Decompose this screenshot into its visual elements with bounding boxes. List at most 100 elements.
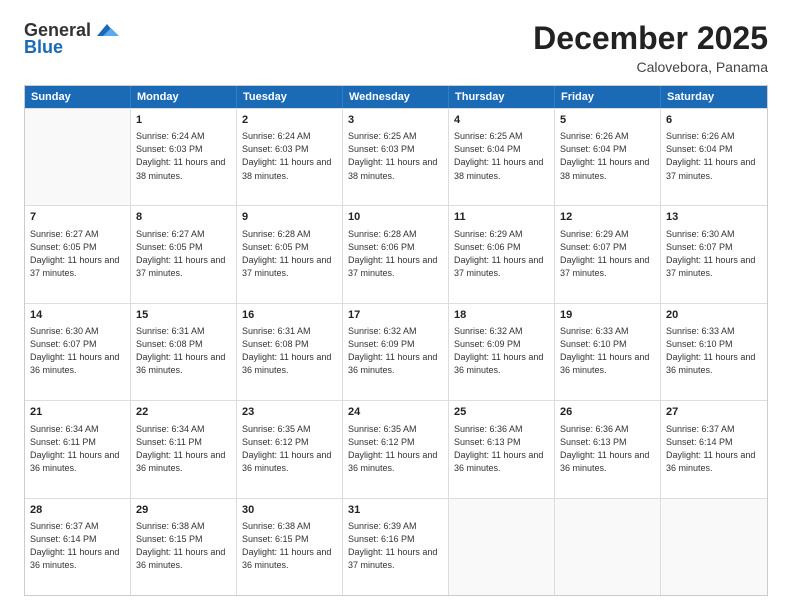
calendar-cell: 2 Sunrise: 6:24 AMSunset: 6:03 PMDaylight… (237, 109, 343, 205)
cell-info: Sunrise: 6:33 AMSunset: 6:10 PMDaylight:… (560, 325, 655, 377)
calendar-cell: 9Sunrise: 6:28 AMSunset: 6:05 PMDaylight… (237, 206, 343, 302)
calendar-row: 1 Sunrise: 6:24 AMSunset: 6:03 PMDaylight… (25, 108, 767, 205)
day-number: 10 (348, 210, 443, 225)
day-number: 31 (348, 503, 443, 518)
day-number: 13 (666, 210, 762, 225)
day-number: 6 (666, 113, 762, 128)
day-number: 3 (348, 113, 443, 128)
cell-info: Sunrise: 6:27 AMSunset: 6:05 PMDaylight:… (136, 228, 231, 280)
calendar-cell: 31 Sunrise: 6:39 AMSunset: 6:16 PMDayligh… (343, 499, 449, 595)
calendar-cell: 17Sunrise: 6:32 AMSunset: 6:09 PMDayligh… (343, 304, 449, 400)
logo-icon (93, 22, 121, 40)
day-number: 22 (136, 405, 231, 420)
day-number: 2 (242, 113, 337, 128)
calendar-row: 14 Sunrise: 6:30 AMSunset: 6:07 PMDayligh… (25, 303, 767, 400)
day-number: 30 (242, 503, 337, 518)
calendar-cell: 23Sunrise: 6:35 AMSunset: 6:12 PMDayligh… (237, 401, 343, 497)
day-number: 8 (136, 210, 231, 225)
calendar-cell: 18 Sunrise: 6:32 AMSunset: 6:09 PMDayligh… (449, 304, 555, 400)
weekday-header: Tuesday (237, 86, 343, 108)
calendar-cell: 12 Sunrise: 6:29 AMSunset: 6:07 PMDayligh… (555, 206, 661, 302)
calendar-cell (661, 499, 767, 595)
calendar-cell: 6 Sunrise: 6:26 AMSunset: 6:04 PMDaylight… (661, 109, 767, 205)
day-number: 11 (454, 210, 549, 225)
day-number: 29 (136, 503, 231, 518)
day-number: 25 (454, 405, 549, 420)
cell-info: Sunrise: 6:31 AMSunset: 6:08 PMDaylight:… (136, 325, 231, 377)
day-number: 12 (560, 210, 655, 225)
day-number: 7 (30, 210, 125, 225)
calendar-cell: 15Sunrise: 6:31 AMSunset: 6:08 PMDayligh… (131, 304, 237, 400)
calendar-cell: 11 Sunrise: 6:29 AMSunset: 6:06 PMDayligh… (449, 206, 555, 302)
calendar-cell: 20 Sunrise: 6:33 AMSunset: 6:10 PMDayligh… (661, 304, 767, 400)
month-title: December 2025 (533, 20, 768, 57)
calendar-cell: 27 Sunrise: 6:37 AMSunset: 6:14 PMDayligh… (661, 401, 767, 497)
day-number: 19 (560, 308, 655, 323)
day-number: 17 (348, 308, 443, 323)
cell-info: Sunrise: 6:24 AMSunset: 6:03 PMDaylight:… (242, 130, 337, 182)
calendar-cell (555, 499, 661, 595)
weekday-header: Sunday (25, 86, 131, 108)
day-number: 14 (30, 308, 125, 323)
day-number: 26 (560, 405, 655, 420)
cell-info: Sunrise: 6:28 AMSunset: 6:06 PMDaylight:… (348, 228, 443, 280)
weekday-header: Saturday (661, 86, 767, 108)
calendar-cell: 4Sunrise: 6:25 AMSunset: 6:04 PMDaylight… (449, 109, 555, 205)
weekday-header: Wednesday (343, 86, 449, 108)
calendar-cell: 30 Sunrise: 6:38 AMSunset: 6:15 PMDayligh… (237, 499, 343, 595)
cell-info: Sunrise: 6:38 AMSunset: 6:15 PMDaylight:… (242, 520, 337, 572)
page: General Blue December 2025 Calovebora, P… (0, 0, 792, 612)
cell-info: Sunrise: 6:26 AMSunset: 6:04 PMDaylight:… (560, 130, 655, 182)
cell-info: Sunrise: 6:25 AMSunset: 6:04 PMDaylight:… (454, 130, 549, 182)
calendar-cell: 25Sunrise: 6:36 AMSunset: 6:13 PMDayligh… (449, 401, 555, 497)
day-number: 27 (666, 405, 762, 420)
cell-info: Sunrise: 6:29 AMSunset: 6:06 PMDaylight:… (454, 228, 549, 280)
calendar-cell: 16Sunrise: 6:31 AMSunset: 6:08 PMDayligh… (237, 304, 343, 400)
cell-info: Sunrise: 6:24 AMSunset: 6:03 PMDaylight:… (136, 130, 231, 182)
day-number: 1 (136, 113, 231, 128)
location: Calovebora, Panama (533, 59, 768, 75)
cell-info: Sunrise: 6:26 AMSunset: 6:04 PMDaylight:… (666, 130, 762, 182)
calendar-cell: 21 Sunrise: 6:34 AMSunset: 6:11 PMDayligh… (25, 401, 131, 497)
calendar-row: 28Sunrise: 6:37 AMSunset: 6:14 PMDayligh… (25, 498, 767, 595)
cell-info: Sunrise: 6:36 AMSunset: 6:13 PMDaylight:… (560, 423, 655, 475)
cell-info: Sunrise: 6:39 AMSunset: 6:16 PMDaylight:… (348, 520, 443, 572)
calendar-cell: 8 Sunrise: 6:27 AMSunset: 6:05 PMDaylight… (131, 206, 237, 302)
cell-info: Sunrise: 6:30 AMSunset: 6:07 PMDaylight:… (666, 228, 762, 280)
cell-info: Sunrise: 6:29 AMSunset: 6:07 PMDaylight:… (560, 228, 655, 280)
cell-info: Sunrise: 6:32 AMSunset: 6:09 PMDaylight:… (454, 325, 549, 377)
weekday-header: Friday (555, 86, 661, 108)
cell-info: Sunrise: 6:30 AMSunset: 6:07 PMDaylight:… (30, 325, 125, 377)
cell-info: Sunrise: 6:34 AMSunset: 6:11 PMDaylight:… (136, 423, 231, 475)
calendar-row: 21 Sunrise: 6:34 AMSunset: 6:11 PMDayligh… (25, 400, 767, 497)
calendar-cell: 14 Sunrise: 6:30 AMSunset: 6:07 PMDayligh… (25, 304, 131, 400)
cell-info: Sunrise: 6:35 AMSunset: 6:12 PMDaylight:… (242, 423, 337, 475)
calendar-cell: 10 Sunrise: 6:28 AMSunset: 6:06 PMDayligh… (343, 206, 449, 302)
day-number: 21 (30, 405, 125, 420)
cell-info: Sunrise: 6:28 AMSunset: 6:05 PMDaylight:… (242, 228, 337, 280)
calendar-cell: 19 Sunrise: 6:33 AMSunset: 6:10 PMDayligh… (555, 304, 661, 400)
day-number: 18 (454, 308, 549, 323)
cell-info: Sunrise: 6:33 AMSunset: 6:10 PMDaylight:… (666, 325, 762, 377)
cell-info: Sunrise: 6:34 AMSunset: 6:11 PMDaylight:… (30, 423, 125, 475)
day-number: 20 (666, 308, 762, 323)
cell-info: Sunrise: 6:37 AMSunset: 6:14 PMDaylight:… (666, 423, 762, 475)
weekday-header: Monday (131, 86, 237, 108)
calendar-header: SundayMondayTuesdayWednesdayThursdayFrid… (25, 86, 767, 108)
calendar-row: 7 Sunrise: 6:27 AMSunset: 6:05 PMDaylight… (25, 205, 767, 302)
calendar-cell: 1 Sunrise: 6:24 AMSunset: 6:03 PMDaylight… (131, 109, 237, 205)
cell-info: Sunrise: 6:31 AMSunset: 6:08 PMDaylight:… (242, 325, 337, 377)
day-number: 5 (560, 113, 655, 128)
calendar-cell: 13 Sunrise: 6:30 AMSunset: 6:07 PMDayligh… (661, 206, 767, 302)
calendar: SundayMondayTuesdayWednesdayThursdayFrid… (24, 85, 768, 596)
calendar-cell: 24Sunrise: 6:35 AMSunset: 6:12 PMDayligh… (343, 401, 449, 497)
calendar-cell: 5 Sunrise: 6:26 AMSunset: 6:04 PMDaylight… (555, 109, 661, 205)
day-number: 28 (30, 503, 125, 518)
logo: General Blue (24, 20, 121, 58)
cell-info: Sunrise: 6:38 AMSunset: 6:15 PMDaylight:… (136, 520, 231, 572)
title-block: December 2025 Calovebora, Panama (533, 20, 768, 75)
calendar-cell (25, 109, 131, 205)
logo-blue-text: Blue (24, 37, 63, 58)
weekday-header: Thursday (449, 86, 555, 108)
calendar-cell (449, 499, 555, 595)
